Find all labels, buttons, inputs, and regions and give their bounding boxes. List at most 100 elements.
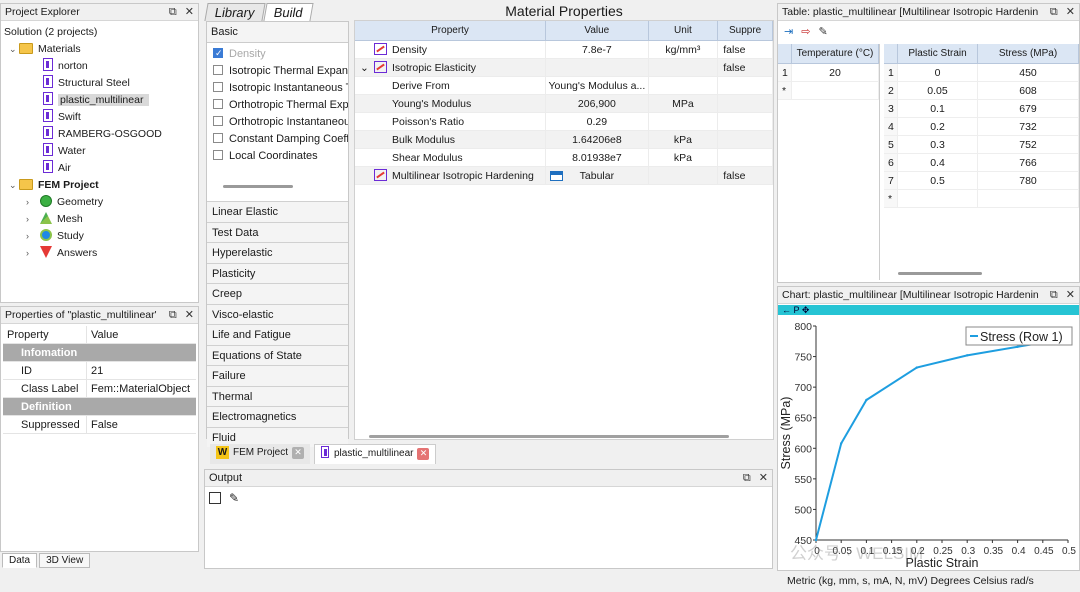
table-row[interactable]: *: [884, 190, 1079, 208]
tree-item[interactable]: Air: [1, 160, 198, 177]
close-icon[interactable]: ✕: [185, 6, 194, 18]
material-property-row[interactable]: ⌄ Isotropic Elasticity false: [355, 59, 773, 77]
tree-item[interactable]: Swift: [1, 109, 198, 126]
category-visco-elastic[interactable]: Visco-elastic: [207, 303, 348, 324]
material-property-row[interactable]: Shear Modulus 8.01938e7 kPa: [355, 149, 773, 167]
category-linear-elastic[interactable]: Linear Elastic: [207, 201, 348, 222]
tree-item[interactable]: RAMBERG-OSGOOD: [1, 126, 198, 143]
checkbox[interactable]: [213, 65, 223, 75]
import-icon[interactable]: ⇥: [784, 26, 793, 38]
stress-cell[interactable]: 752: [978, 136, 1079, 153]
property-row[interactable]: Suppressed False: [3, 416, 196, 434]
expand-arrow-icon[interactable]: ⌄: [9, 177, 19, 194]
stress-cell[interactable]: [978, 190, 1079, 207]
strain-cell[interactable]: [898, 190, 978, 207]
property-suppressed[interactable]: [718, 77, 773, 94]
close-tab-icon[interactable]: ✕: [292, 447, 305, 459]
stress-cell[interactable]: 780: [978, 172, 1079, 189]
tab-data[interactable]: Data: [2, 553, 38, 568]
strain-cell[interactable]: 0.3: [898, 136, 978, 153]
table-row[interactable]: 6 0.4 766: [884, 154, 1079, 172]
property-suppressed[interactable]: [718, 149, 773, 166]
property-unit[interactable]: [649, 59, 719, 76]
property-unit[interactable]: [649, 77, 719, 94]
close-icon[interactable]: ✕: [1066, 6, 1075, 18]
tree-item[interactable]: › Mesh: [1, 211, 198, 228]
property-unit[interactable]: MPa: [649, 95, 719, 112]
value-cell[interactable]: 0.29: [546, 113, 649, 130]
float-icon[interactable]: ⧉: [169, 309, 177, 321]
tree-item[interactable]: plastic_multilinear: [1, 92, 198, 109]
strain-cell[interactable]: 0.5: [898, 172, 978, 189]
value-cell[interactable]: 7.8e-7: [546, 41, 649, 58]
checkbox[interactable]: [213, 82, 223, 92]
column-header[interactable]: Property: [355, 21, 547, 40]
basic-property-item[interactable]: Density: [207, 46, 348, 63]
property-suppressed[interactable]: [718, 131, 773, 148]
expand-arrow-icon[interactable]: ⌄: [9, 41, 19, 58]
doc-tab-fem-project[interactable]: W FEM Project ✕: [210, 444, 311, 464]
table-row[interactable]: 2 0.05 608: [884, 82, 1079, 100]
category-test-data[interactable]: Test Data: [207, 221, 348, 242]
close-icon[interactable]: ✕: [1066, 289, 1075, 301]
horizontal-scrollbar[interactable]: [898, 272, 982, 275]
collapse-arrow-icon[interactable]: ›: [26, 194, 36, 211]
strain-cell[interactable]: 0.2: [898, 118, 978, 135]
value-cell[interactable]: Tabular: [546, 167, 649, 184]
value-cell[interactable]: 1.64206e8: [546, 131, 649, 148]
category-failure[interactable]: Failure: [207, 365, 348, 386]
tree-item[interactable]: Solution (2 projects): [1, 24, 198, 41]
category-creep[interactable]: Creep: [207, 283, 348, 304]
table-row[interactable]: 7 0.5 780: [884, 172, 1079, 190]
stress-cell[interactable]: 450: [978, 64, 1079, 81]
float-icon[interactable]: ⧉: [743, 472, 751, 484]
basic-property-item[interactable]: Local Coordinates: [207, 148, 348, 165]
export-icon[interactable]: ⇨: [801, 26, 810, 38]
property-unit[interactable]: [649, 167, 719, 184]
category-hyperelastic[interactable]: Hyperelastic: [207, 242, 348, 263]
temperature-cell[interactable]: [792, 82, 879, 99]
property-row[interactable]: ID 21: [3, 362, 196, 380]
property-unit[interactable]: kPa: [649, 149, 719, 166]
property-unit[interactable]: kg/mm³: [649, 41, 719, 58]
stress-cell[interactable]: 608: [978, 82, 1079, 99]
temperature-cell[interactable]: 20: [792, 64, 879, 81]
stress-cell[interactable]: 766: [978, 154, 1079, 171]
property-suppressed[interactable]: false: [718, 41, 773, 58]
close-tab-icon[interactable]: ✕: [417, 448, 430, 460]
property-unit[interactable]: [649, 113, 719, 130]
column-header[interactable]: Unit: [649, 21, 719, 40]
group-definition[interactable]: Definition: [3, 398, 196, 416]
basic-property-item[interactable]: Isotropic Instantaneous T: [207, 80, 348, 97]
group-information[interactable]: Infomation: [3, 344, 196, 362]
strain-cell[interactable]: 0.4: [898, 154, 978, 171]
basic-property-item[interactable]: Orthotropic Thermal Exp: [207, 97, 348, 114]
collapse-arrow-icon[interactable]: ›: [26, 228, 36, 245]
tab-build[interactable]: Build: [263, 3, 314, 21]
strain-cell[interactable]: 0.1: [898, 100, 978, 117]
stress-cell[interactable]: 679: [978, 100, 1079, 117]
tree-item[interactable]: Water: [1, 143, 198, 160]
horizontal-scrollbar[interactable]: [369, 435, 729, 438]
material-property-row[interactable]: Young's Modulus 206,900 MPa: [355, 95, 773, 113]
checkbox[interactable]: [213, 133, 223, 143]
table-row[interactable]: 1 20: [778, 64, 879, 82]
collapse-arrow-icon[interactable]: ›: [26, 211, 36, 228]
value-cell[interactable]: Young's Modulus a...: [546, 77, 649, 94]
tree-item[interactable]: › Study: [1, 228, 198, 245]
tree-item[interactable]: ⌄ FEM Project: [1, 177, 198, 194]
tree-item[interactable]: › Answers: [1, 245, 198, 262]
property-row[interactable]: Class Label Fem::MaterialObject: [3, 380, 196, 398]
tab-library[interactable]: Library: [204, 3, 266, 21]
float-icon[interactable]: ⧉: [169, 6, 177, 18]
float-icon[interactable]: ⧉: [1050, 6, 1058, 18]
property-suppressed[interactable]: false: [718, 59, 773, 76]
table-row[interactable]: *: [778, 82, 879, 100]
property-suppressed[interactable]: [718, 95, 773, 112]
value-cell[interactable]: 206,900: [546, 95, 649, 112]
category-electromagnetics[interactable]: Electromagnetics: [207, 406, 348, 427]
save-icon[interactable]: [209, 492, 221, 504]
category-equations-of-state[interactable]: Equations of State: [207, 344, 348, 365]
category-thermal[interactable]: Thermal: [207, 385, 348, 406]
tree-item[interactable]: norton: [1, 58, 198, 75]
